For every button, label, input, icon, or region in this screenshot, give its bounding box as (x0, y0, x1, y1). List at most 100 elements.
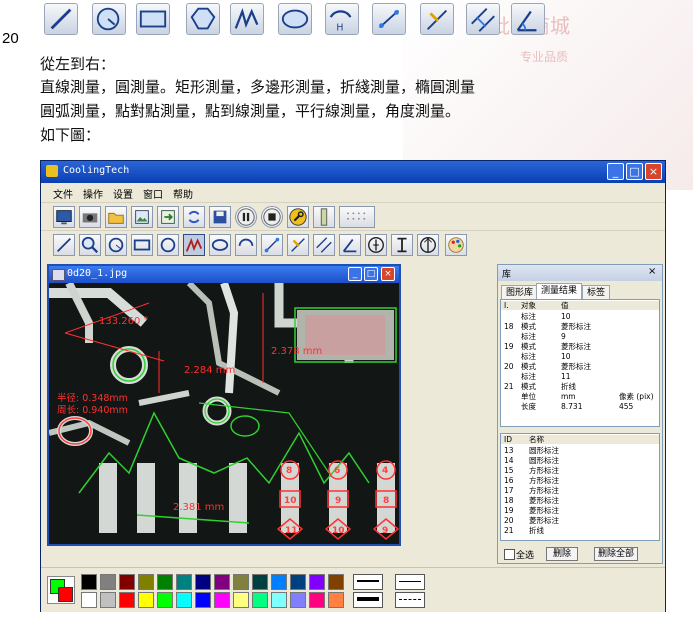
rectangle-tool-button[interactable] (136, 3, 170, 35)
color-swatch[interactable] (176, 592, 192, 608)
color-swatch[interactable] (81, 592, 97, 608)
point-to-line-measure-button[interactable] (287, 234, 309, 256)
color-swatch[interactable] (328, 592, 344, 608)
maximize-button[interactable]: □ (626, 163, 643, 180)
ellipse-measure-button[interactable] (209, 234, 231, 256)
result-row[interactable]: 单位 mm 像素 (pix) (501, 392, 659, 401)
minimize-button[interactable]: _ (607, 163, 624, 180)
color-swatch[interactable] (138, 574, 154, 590)
object-row[interactable]: 16 方形标注 (501, 476, 659, 485)
tab-shape-library[interactable]: 图形库 (501, 285, 539, 300)
refresh-button[interactable] (183, 206, 205, 228)
color-swatch[interactable] (195, 592, 211, 608)
parallel-measure-button[interactable] (313, 234, 335, 256)
open-folder-button[interactable] (105, 206, 127, 228)
pause-button[interactable] (235, 206, 257, 228)
color-swatch[interactable] (328, 574, 344, 590)
result-row[interactable]: 20 模式 菱形标注 (501, 362, 659, 371)
color-swatch[interactable] (176, 574, 192, 590)
color-swatch[interactable] (157, 592, 173, 608)
color-swatch[interactable] (81, 574, 97, 590)
line-tool-button[interactable] (44, 3, 78, 35)
caliper-inner-button[interactable] (365, 234, 387, 256)
color-swatch[interactable] (119, 574, 135, 590)
parallel-lines-button[interactable] (466, 3, 500, 35)
polyline-measure-button[interactable] (183, 234, 205, 256)
app-titlebar[interactable]: CoolingTech _ □ × (41, 161, 665, 183)
object-row[interactable]: 21 折线 (501, 526, 659, 535)
point-to-line-button[interactable] (420, 3, 454, 35)
color-swatch[interactable] (100, 592, 116, 608)
image-maximize-button[interactable]: □ (364, 267, 378, 281)
menu-settings[interactable]: 设置 (113, 186, 133, 201)
color-swatch[interactable] (233, 592, 249, 608)
color-swatch[interactable] (290, 574, 306, 590)
line-measure-button[interactable] (53, 234, 75, 256)
menu-file[interactable]: 文件 (53, 186, 73, 201)
ellipse-tool-button[interactable] (278, 3, 312, 35)
arc-tool-button[interactable]: H (325, 3, 359, 35)
circle-draw-button[interactable] (157, 234, 179, 256)
settings-wrench-button[interactable] (287, 206, 309, 228)
caliper-outer-button[interactable] (417, 234, 439, 256)
image-button[interactable] (131, 206, 153, 228)
object-row[interactable]: 18 菱形标注 (501, 496, 659, 505)
color-swatch[interactable] (271, 592, 287, 608)
color-swatch[interactable] (119, 592, 135, 608)
save-button[interactable] (209, 206, 231, 228)
result-row[interactable]: 标注 10 (501, 352, 659, 361)
line-style-solid[interactable] (353, 574, 383, 590)
angle-tool-button[interactable] (511, 3, 545, 35)
object-row[interactable]: 15 方形标注 (501, 466, 659, 475)
delete-button[interactable]: 删除 (546, 547, 578, 561)
object-row[interactable]: 20 菱形标注 (501, 516, 659, 525)
camera-button[interactable] (79, 206, 101, 228)
color-swatch[interactable] (271, 574, 287, 590)
circle-tool-button[interactable] (92, 3, 126, 35)
delete-all-button[interactable]: 删除全部 (594, 547, 638, 561)
object-row[interactable]: 17 方形标注 (501, 486, 659, 495)
result-row[interactable]: 标注 10 (501, 312, 659, 321)
color-palette-button[interactable] (445, 234, 467, 256)
export-button[interactable] (157, 206, 179, 228)
polygon-tool-button[interactable] (186, 3, 220, 35)
color-swatch[interactable] (214, 574, 230, 590)
arc-measure-button[interactable] (235, 234, 257, 256)
zoom-button[interactable] (79, 234, 101, 256)
color-swatch[interactable] (157, 574, 173, 590)
ruler-vertical-button[interactable] (313, 206, 335, 228)
line-style-thin[interactable] (395, 574, 425, 590)
color-swatch[interactable] (252, 574, 268, 590)
image-window-titlebar[interactable]: 0d20_1.jpg _ □ × (49, 266, 399, 283)
image-minimize-button[interactable]: _ (348, 267, 362, 281)
color-swatch[interactable] (100, 574, 116, 590)
current-color-selector[interactable] (47, 576, 75, 604)
caliper-width-button[interactable] (391, 234, 413, 256)
object-row[interactable]: 19 菱形标注 (501, 506, 659, 515)
line-style-thick[interactable] (353, 592, 383, 608)
point-to-point-button[interactable] (372, 3, 406, 35)
circle-measure-button[interactable] (105, 234, 127, 256)
tab-measure-results[interactable]: 测量结果 (536, 283, 583, 300)
color-swatch[interactable] (138, 592, 154, 608)
stop-button[interactable] (261, 206, 283, 228)
image-close-button[interactable]: × (381, 267, 395, 281)
grid-button[interactable] (339, 206, 375, 228)
measure-results-list[interactable]: I. 对象值标注 10 18 模式 菱形标注 标注 9 19 模式 菱形标注 标注 10 20 模式 菱形标注… (500, 299, 660, 427)
color-swatch[interactable] (252, 592, 268, 608)
select-all-checkbox[interactable] (504, 549, 515, 560)
menu-operation[interactable]: 操作 (83, 186, 103, 201)
close-button[interactable]: × (645, 163, 662, 180)
result-row[interactable]: 标注 11 (501, 372, 659, 381)
angle-measure-button[interactable] (339, 234, 361, 256)
object-list[interactable]: ID 名称 13 圆形标注 14 圆形标注 15 方形标注 16 方形标注 17 方形标注 18 菱形标注… (500, 433, 660, 541)
tab-labels[interactable]: 标签 (582, 285, 611, 300)
line-style-dashed[interactable] (395, 592, 425, 608)
result-row[interactable]: 19 模式 菱形标注 (501, 342, 659, 351)
monitor-button[interactable] (53, 206, 75, 228)
result-row[interactable]: 长度 8.731 455 (501, 402, 659, 411)
color-swatch[interactable] (309, 574, 325, 590)
result-row[interactable]: 21 模式 折线 (501, 382, 659, 391)
rectangle-measure-button[interactable] (131, 234, 153, 256)
color-swatch[interactable] (290, 592, 306, 608)
